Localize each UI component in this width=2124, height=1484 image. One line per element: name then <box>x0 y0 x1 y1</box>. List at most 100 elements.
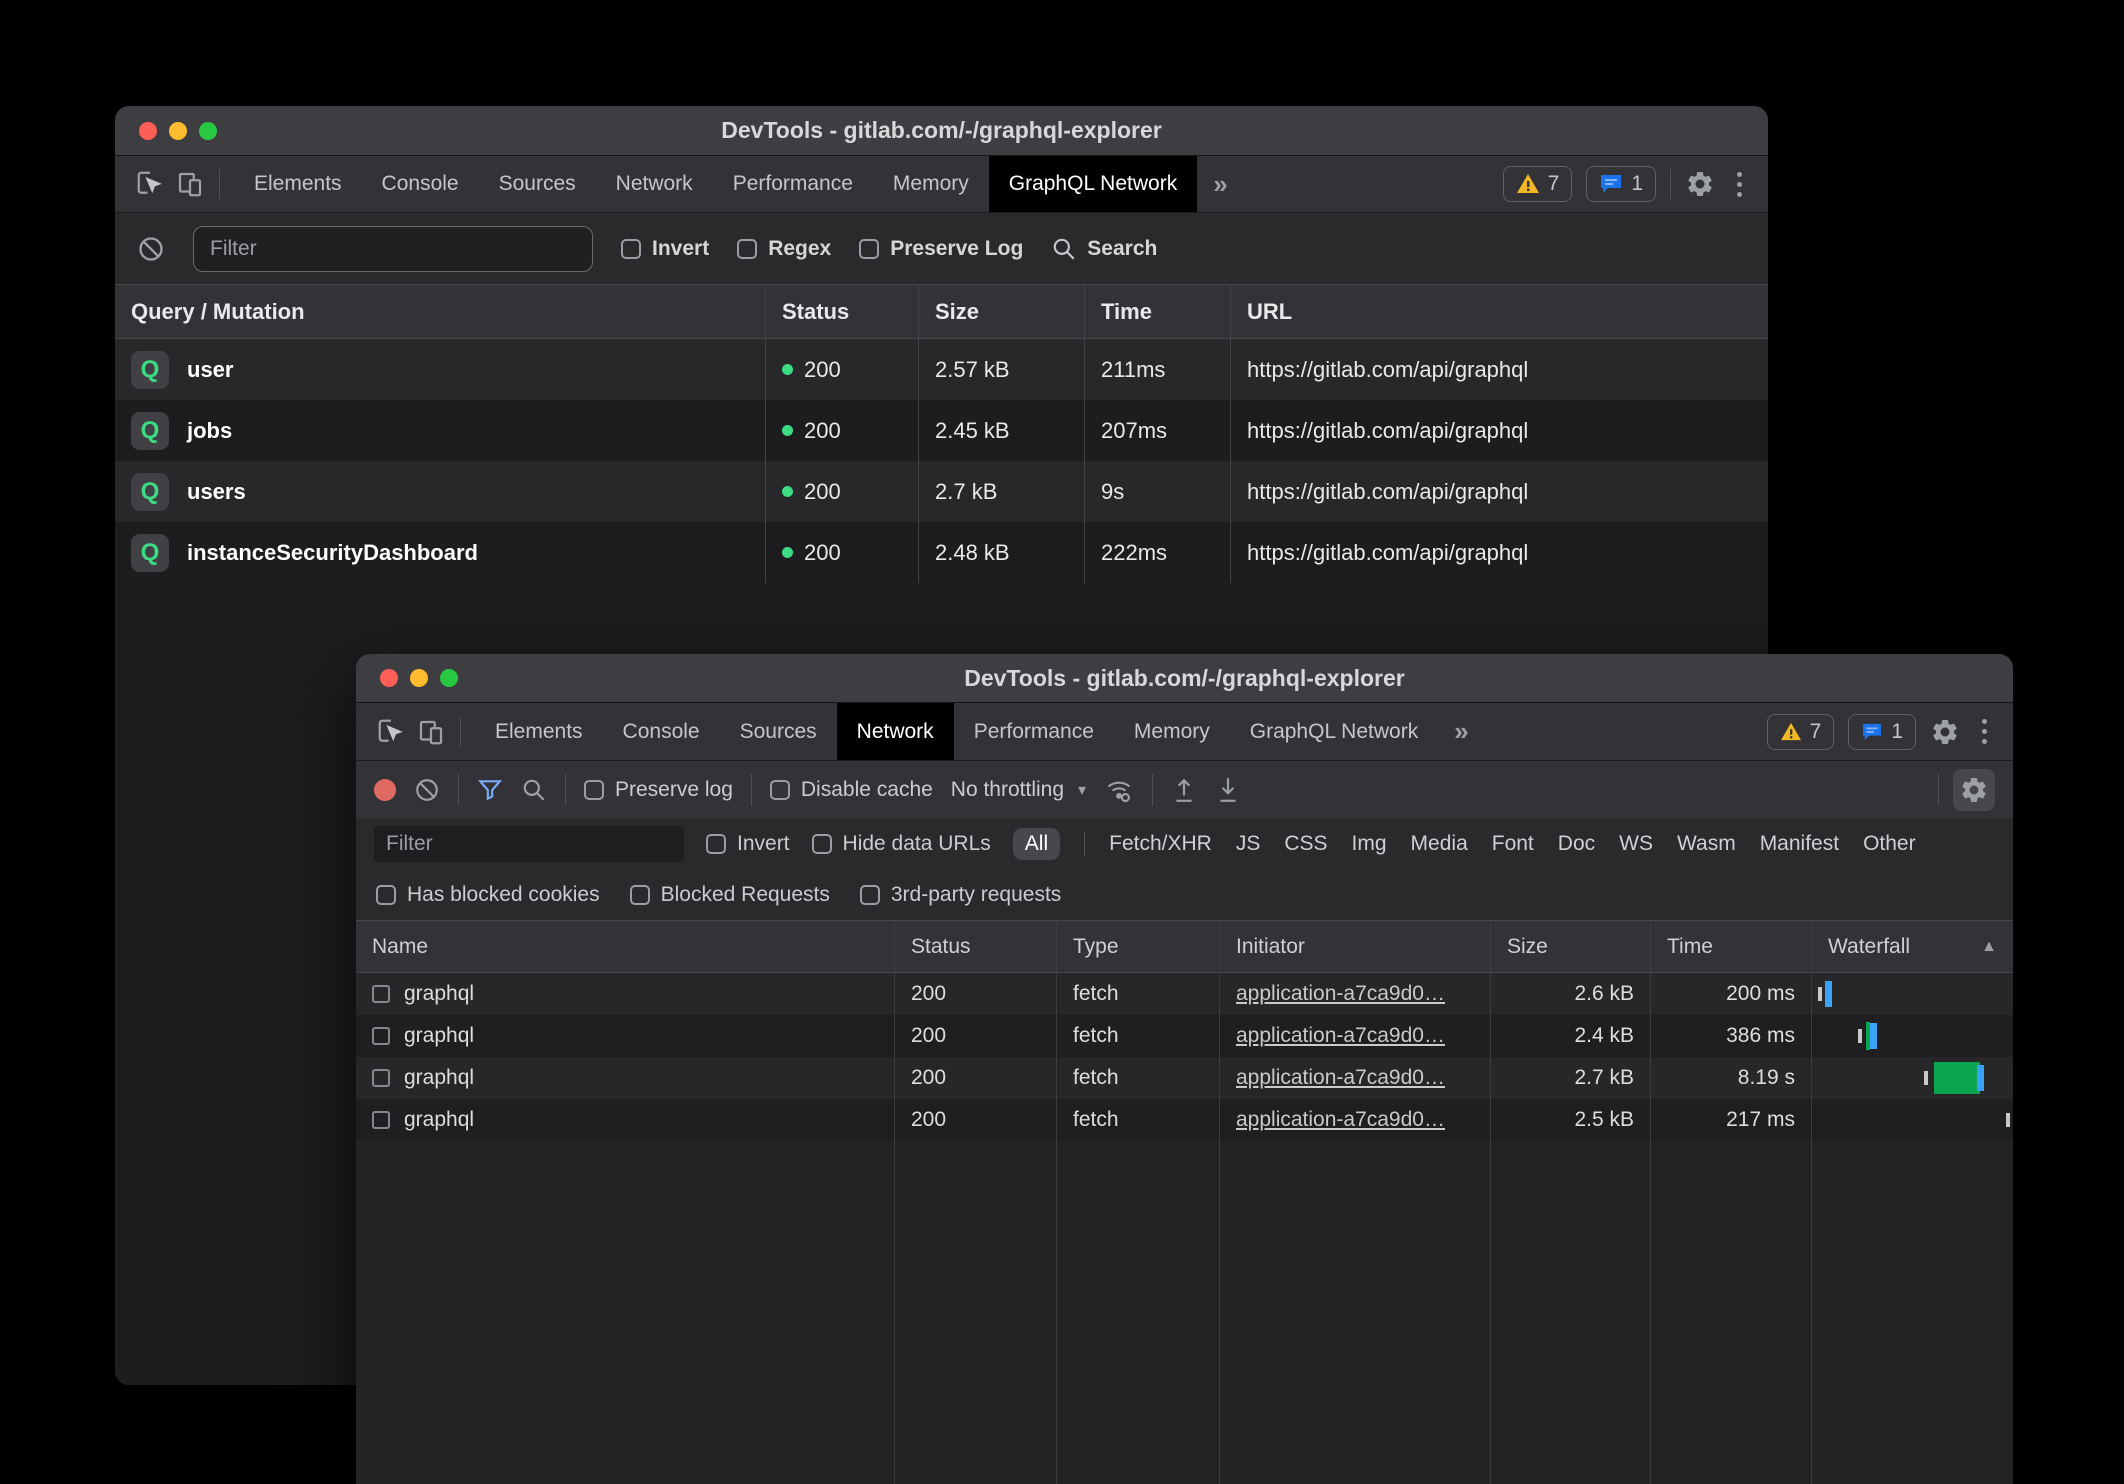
invert-checkbox[interactable]: Invert <box>621 237 709 261</box>
minimize-button[interactable] <box>410 669 428 687</box>
has-blocked-cookies-checkbox[interactable]: Has blocked cookies <box>376 883 600 907</box>
tab-graphql-network[interactable]: GraphQL Network <box>1230 703 1438 760</box>
more-options-icon[interactable] <box>1729 172 1750 197</box>
more-tabs-icon[interactable]: » <box>1438 703 1484 760</box>
row-checkbox[interactable] <box>372 1111 390 1129</box>
inspect-element-icon[interactable] <box>135 169 165 199</box>
throttling-dropdown[interactable]: No throttling ▾ <box>951 778 1086 802</box>
table-row[interactable]: Qjobs 200 2.45 kB 207ms https://gitlab.c… <box>115 400 1768 461</box>
type-filter-wasm[interactable]: Wasm <box>1677 832 1736 856</box>
network-settings-gear-icon[interactable] <box>1953 769 1995 811</box>
table-row[interactable]: graphql 200 fetch application-a7ca9d0… 2… <box>356 1099 2013 1141</box>
warnings-badge[interactable]: 7 <box>1503 166 1573 202</box>
third-party-requests-checkbox[interactable]: 3rd-party requests <box>860 883 1061 907</box>
tab-memory[interactable]: Memory <box>1114 703 1230 760</box>
close-button[interactable] <box>139 122 157 140</box>
tab-elements[interactable]: Elements <box>234 156 362 212</box>
type-filter-css[interactable]: CSS <box>1284 832 1327 856</box>
issues-badge[interactable]: 1 <box>1586 166 1656 202</box>
tab-network[interactable]: Network <box>837 703 954 760</box>
initiator-link[interactable]: application-a7ca9d0… <box>1236 1024 1445 1048</box>
zoom-button[interactable] <box>440 669 458 687</box>
warnings-badge[interactable]: 7 <box>1767 714 1835 750</box>
row-checkbox[interactable] <box>372 985 390 1003</box>
column-header-status[interactable]: Status <box>894 921 1056 972</box>
device-toolbar-icon[interactable] <box>416 717 446 747</box>
minimize-button[interactable] <box>169 122 187 140</box>
import-har-icon[interactable] <box>1171 776 1197 804</box>
preserve-log-checkbox[interactable]: Preserve Log <box>859 237 1023 261</box>
initiator-link[interactable]: application-a7ca9d0… <box>1236 982 1445 1006</box>
export-har-icon[interactable] <box>1215 776 1241 804</box>
initiator-link[interactable]: application-a7ca9d0… <box>1236 1066 1445 1090</box>
tab-console[interactable]: Console <box>362 156 479 212</box>
type-filter-font[interactable]: Font <box>1492 832 1534 856</box>
inspect-element-icon[interactable] <box>376 717 406 747</box>
column-header-name[interactable]: Name <box>356 921 894 972</box>
filter-funnel-icon[interactable] <box>477 777 503 803</box>
filter-input[interactable] <box>374 826 684 862</box>
close-button[interactable] <box>380 669 398 687</box>
type-filter-img[interactable]: Img <box>1352 832 1387 856</box>
column-header-url[interactable]: URL <box>1230 285 1768 338</box>
column-header-status[interactable]: Status <box>765 285 918 338</box>
tab-performance[interactable]: Performance <box>954 703 1114 760</box>
titlebar[interactable]: DevTools - gitlab.com/-/graphql-explorer <box>356 654 2013 703</box>
column-header-size[interactable]: Size <box>1490 921 1650 972</box>
type-filter-other[interactable]: Other <box>1863 832 1916 856</box>
table-row[interactable]: QinstanceSecurityDashboard 200 2.48 kB 2… <box>115 522 1768 583</box>
type-filter-js[interactable]: JS <box>1236 832 1261 856</box>
column-header-time[interactable]: Time <box>1650 921 1811 972</box>
row-checkbox[interactable] <box>372 1027 390 1045</box>
tab-sources[interactable]: Sources <box>479 156 596 212</box>
type-filter-media[interactable]: Media <box>1411 832 1468 856</box>
device-toolbar-icon[interactable] <box>175 169 205 199</box>
more-tabs-icon[interactable]: » <box>1197 156 1243 212</box>
issues-badge[interactable]: 1 <box>1848 714 1916 750</box>
tab-sources[interactable]: Sources <box>720 703 837 760</box>
table-row[interactable]: graphql 200 fetch application-a7ca9d0… 2… <box>356 1057 2013 1099</box>
table-row[interactable]: Qusers 200 2.7 kB 9s https://gitlab.com/… <box>115 461 1768 522</box>
block-icon[interactable] <box>137 235 165 263</box>
sort-arrow-icon: ▲ <box>1981 938 1997 956</box>
regex-checkbox[interactable]: Regex <box>737 237 831 261</box>
column-header-time[interactable]: Time <box>1084 285 1230 338</box>
disable-cache-checkbox[interactable]: Disable cache <box>770 778 933 802</box>
settings-gear-icon[interactable] <box>1685 169 1715 199</box>
blocked-requests-checkbox[interactable]: Blocked Requests <box>630 883 830 907</box>
titlebar[interactable]: DevTools - gitlab.com/-/graphql-explorer <box>115 106 1768 156</box>
type-filter-manifest[interactable]: Manifest <box>1760 832 1839 856</box>
tab-elements[interactable]: Elements <box>475 703 603 760</box>
tab-network[interactable]: Network <box>596 156 713 212</box>
preserve-log-checkbox[interactable]: Preserve log <box>584 778 733 802</box>
invert-checkbox[interactable]: Invert <box>706 832 790 856</box>
column-header-size[interactable]: Size <box>918 285 1084 338</box>
tab-console[interactable]: Console <box>603 703 720 760</box>
column-header-initiator[interactable]: Initiator <box>1219 921 1490 972</box>
type-filter-all[interactable]: All <box>1013 828 1060 860</box>
record-icon[interactable] <box>374 779 396 801</box>
row-checkbox[interactable] <box>372 1069 390 1087</box>
settings-gear-icon[interactable] <box>1930 717 1960 747</box>
filter-input[interactable] <box>193 226 593 272</box>
column-header-type[interactable]: Type <box>1056 921 1219 972</box>
zoom-button[interactable] <box>199 122 217 140</box>
tab-memory[interactable]: Memory <box>873 156 989 212</box>
more-options-icon[interactable] <box>1974 719 1995 744</box>
tab-performance[interactable]: Performance <box>713 156 873 212</box>
search-button[interactable]: Search <box>1051 236 1157 262</box>
table-row[interactable]: graphql 200 fetch application-a7ca9d0… 2… <box>356 1015 2013 1057</box>
network-conditions-icon[interactable] <box>1104 776 1134 804</box>
type-filter-fetch-xhr[interactable]: Fetch/XHR <box>1109 832 1212 856</box>
column-header-waterfall[interactable]: Waterfall ▲ <box>1811 921 2013 972</box>
clear-icon[interactable] <box>414 777 440 803</box>
type-filter-ws[interactable]: WS <box>1619 832 1653 856</box>
tab-graphql-network[interactable]: GraphQL Network <box>989 156 1197 212</box>
column-header-query-mutation[interactable]: Query / Mutation <box>115 285 765 338</box>
table-row[interactable]: graphql 200 fetch application-a7ca9d0… 2… <box>356 973 2013 1015</box>
initiator-link[interactable]: application-a7ca9d0… <box>1236 1108 1445 1132</box>
hide-data-urls-checkbox[interactable]: Hide data URLs <box>812 832 991 856</box>
type-filter-doc[interactable]: Doc <box>1558 832 1595 856</box>
table-row[interactable]: Quser 200 2.57 kB 211ms https://gitlab.c… <box>115 339 1768 400</box>
search-icon[interactable] <box>521 777 547 803</box>
